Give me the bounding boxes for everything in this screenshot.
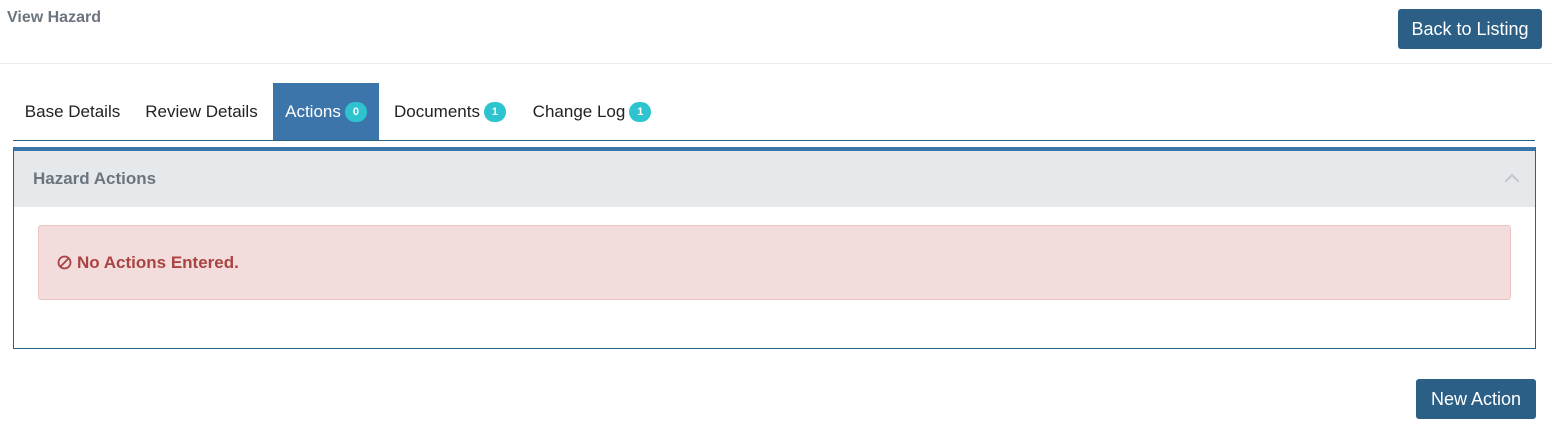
count-badge: 1 [629,101,652,122]
hazard-actions-panel: Hazard Actions No Actions Entered. [13,147,1536,349]
count-badge: 0 [344,101,367,122]
tab-label: Review Details [145,101,258,121]
chevron-up-icon[interactable] [1503,169,1521,187]
tab-label: Base Details [24,101,121,121]
back-to-listing-button[interactable]: Back to Listing [1398,9,1542,49]
page: View Hazard Back to Listing Base Details… [0,0,1552,430]
tab-base-details[interactable]: Base Details [13,83,132,140]
panel-title: Hazard Actions [33,169,157,188]
tab-label: Change Log [532,101,626,121]
ban-icon [57,255,72,270]
count-badge: 1 [483,101,506,122]
tab-documents[interactable]: Documents 1 [389,83,511,140]
panel-header[interactable]: Hazard Actions [14,151,1535,207]
tab-bar: Base Details Review Details Actions 0 Do… [13,83,1535,141]
page-header: View Hazard Back to Listing [0,0,1552,64]
tab-label: Actions [285,101,341,121]
page-title: View Hazard [7,9,101,26]
tab-change-log[interactable]: Change Log 1 [529,83,655,140]
alert-text: No Actions Entered. [77,252,239,272]
tab-label: Documents [394,101,480,121]
empty-alert: No Actions Entered. [38,225,1511,300]
new-action-button[interactable]: New Action [1416,379,1536,419]
tab-actions[interactable]: Actions 0 [273,83,379,140]
tab-review-details[interactable]: Review Details [136,83,267,140]
